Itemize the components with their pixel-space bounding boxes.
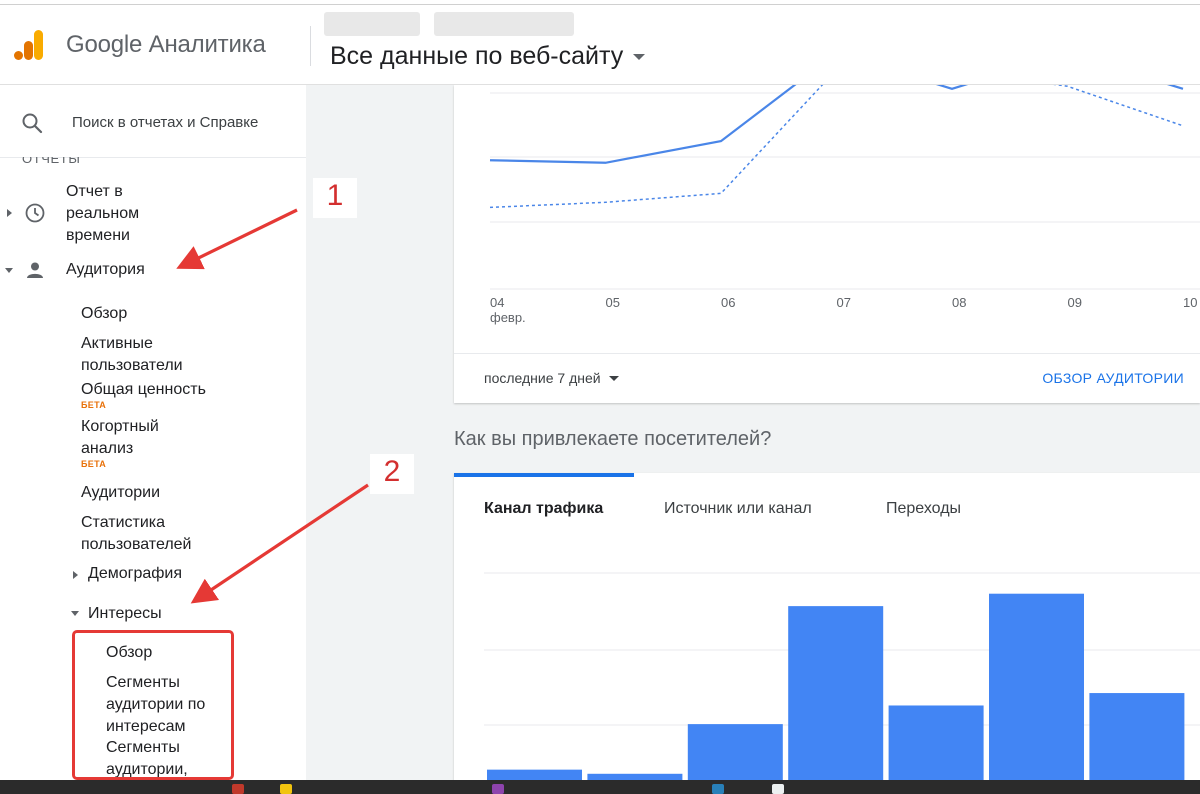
lifetime-value-label: Общая ценность (81, 381, 206, 398)
x-tick-label: 07 (837, 295, 851, 310)
annotation-number-1: 1 (313, 178, 357, 218)
realtime-label-line2: реальном (66, 205, 140, 222)
collapse-interests-icon[interactable] (71, 611, 79, 616)
sidebar-item-cohort-analysis[interactable]: Когортный анализ БЕТА (81, 416, 159, 469)
search-input[interactable] (72, 111, 272, 133)
x-tick-day: 08 (952, 295, 967, 310)
x-tick-day: 05 (605, 295, 620, 310)
sidebar-item-audiences[interactable]: Аудитории (81, 482, 160, 504)
person-icon (27, 262, 43, 278)
x-tick-day: 10 (1183, 295, 1198, 310)
audience-overview-link[interactable]: ОБЗОР АУДИТОРИИ (1042, 370, 1184, 386)
bar-c1 (487, 769, 582, 780)
bar-c4 (788, 606, 884, 780)
app-brand: Google Аналитика (66, 31, 266, 58)
line-series-1 (489, 85, 1184, 164)
date-range-label: последние 7 дней (484, 370, 601, 386)
app-header: Google Аналитика Все данные по веб-сайту (0, 0, 1200, 85)
expand-realtime-icon[interactable] (7, 209, 12, 217)
x-tick-day: 07 (836, 295, 851, 310)
view-selector-label: Все данные по веб-сайту (330, 42, 624, 70)
chevron-down-icon (633, 53, 646, 60)
bar-c5 (888, 705, 984, 780)
bar-c7 (1089, 693, 1185, 780)
x-tick-label: 09 (1068, 295, 1082, 310)
cohort-line1: Когортный (81, 418, 159, 435)
x-tick-label: 05 (606, 295, 620, 310)
blurred-account-name (324, 12, 420, 36)
card-footer: последние 7 дней ОБЗОР АУДИТОРИИ (454, 353, 1200, 404)
sessions-line-chart (489, 85, 1200, 290)
header-divider (310, 26, 311, 66)
taskbar-app-icon[interactable] (712, 784, 724, 794)
clock-icon (25, 203, 45, 223)
top-divider (0, 4, 1200, 5)
x-tick-day: 04 (490, 295, 505, 310)
annotation-number-2: 2 (370, 454, 414, 494)
analytics-logo-icon[interactable] (12, 28, 46, 62)
x-tick-day: 06 (721, 295, 736, 310)
user-explorer-line2: пользователей (81, 536, 192, 553)
taskbar-app-icon[interactable] (232, 784, 244, 794)
tab-source-medium[interactable]: Источник или канал (664, 500, 812, 518)
search-icon[interactable] (20, 111, 44, 135)
view-selector[interactable]: Все данные по веб-сайту (330, 42, 646, 71)
date-range-selector[interactable]: последние 7 дней (484, 370, 619, 386)
realtime-label-line1: Отчет в (66, 183, 123, 200)
line-series-2 (489, 85, 1184, 209)
active-tab-indicator (454, 473, 634, 477)
audience-overview-card: 04 февр. 05 06 07 08 09 10 последние 7 дней ОБЗ… (454, 85, 1200, 403)
sidebar-item-lifetime-value[interactable]: Общая ценность БЕТА (81, 379, 206, 410)
realtime-label-line3: времени (66, 227, 130, 244)
taskbar-app-icon[interactable] (492, 784, 504, 794)
cohort-line2: анализ (81, 440, 134, 457)
sidebar-item-audience[interactable]: Аудитория (66, 259, 145, 281)
expand-demographics-icon[interactable] (73, 571, 78, 579)
blurred-property-name (434, 12, 574, 36)
reports-section-label: ОТЧЕТЫ (22, 157, 81, 166)
taskbar-app-icon[interactable] (772, 784, 784, 794)
highlight-box (72, 630, 234, 780)
x-tick-label: 08 (952, 295, 966, 310)
collapse-audience-icon[interactable] (5, 268, 13, 273)
sidebar-search (0, 85, 306, 157)
channel-bar-chart (484, 572, 1200, 780)
main-content: 04 февр. 05 06 07 08 09 10 последние 7 дней ОБЗ… (306, 85, 1200, 780)
bar-c3 (687, 724, 783, 780)
acquisition-section-title: Как вы привлекаете посетителей? (454, 428, 772, 450)
x-tick-month: февр. (490, 310, 526, 325)
user-explorer-line1: Статистика (81, 514, 166, 531)
x-tick-label: 04 февр. (490, 295, 526, 325)
x-tick-label: 06 (721, 295, 735, 310)
acquisition-card: Канал трафика Источник или канал Переход… (454, 473, 1200, 780)
sidebar-item-realtime[interactable]: Отчет в реальном времени (66, 181, 139, 247)
beta-badge: БЕТА (81, 459, 107, 469)
beta-badge: БЕТА (81, 400, 107, 410)
active-users-line1: Активные (81, 335, 153, 352)
bar-c6 (989, 593, 1084, 780)
sidebar-item-active-users[interactable]: Активные пользователи (81, 333, 183, 377)
active-users-line2: пользователи (81, 357, 183, 374)
taskbar-app-icon[interactable] (280, 784, 292, 794)
tab-referrals[interactable]: Переходы (886, 500, 961, 518)
sidebar-item-user-explorer[interactable]: Статистика пользователей (81, 512, 192, 556)
sidebar-item-interests[interactable]: Интересы (88, 603, 162, 625)
os-taskbar (0, 780, 1200, 794)
chevron-down-icon (608, 375, 619, 381)
x-tick-day: 09 (1067, 295, 1082, 310)
sidebar-item-overview[interactable]: Обзор (81, 303, 127, 325)
sidebar-item-demographics[interactable]: Демография (88, 563, 182, 585)
x-tick-label: 10 (1183, 295, 1197, 310)
tab-channel[interactable]: Канал трафика (484, 500, 603, 518)
